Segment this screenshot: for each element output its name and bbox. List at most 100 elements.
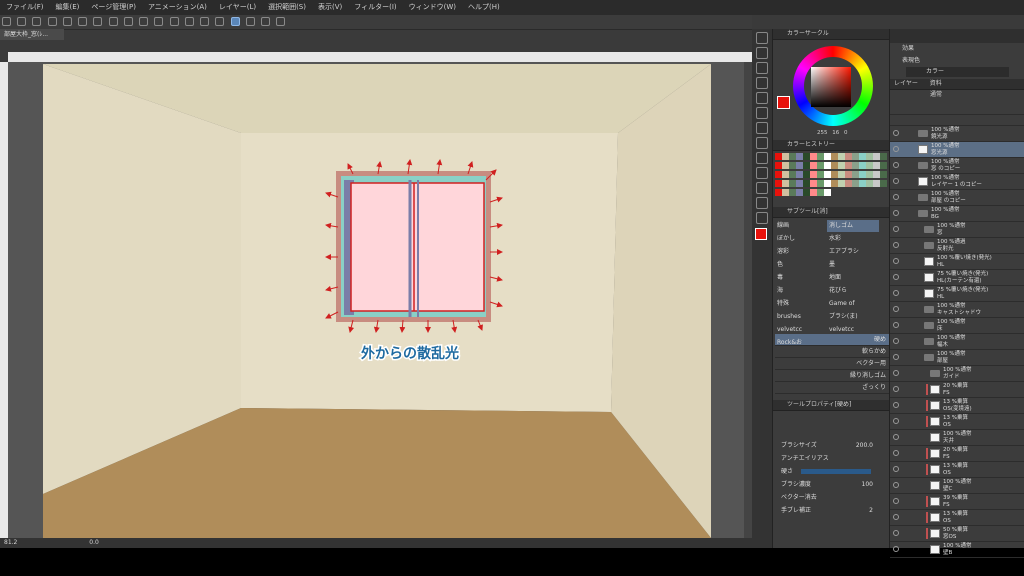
subtool-group-item[interactable]: brushes <box>775 311 827 323</box>
layer-row[interactable]: 100 %通常 鏡光源 <box>890 126 1024 142</box>
history-swatch[interactable] <box>880 171 887 178</box>
operation-tool-icon[interactable] <box>756 62 768 74</box>
layer-row[interactable]: 100 %通常 壁C <box>890 478 1024 494</box>
eye-icon[interactable] <box>893 178 899 184</box>
history-swatch[interactable] <box>775 171 782 178</box>
color-history-grid[interactable] <box>773 151 889 207</box>
canvas-artwork[interactable]: 外からの散乱光 <box>8 62 744 538</box>
eye-icon[interactable] <box>893 402 899 408</box>
layer-row[interactable]: 100 %覆い焼き(発光) HL <box>890 254 1024 270</box>
zoom-value[interactable]: 81.2 <box>4 539 17 546</box>
layer-row[interactable]: 20 %乗算 FS <box>890 446 1024 462</box>
history-swatch[interactable] <box>789 180 796 187</box>
undo-icon[interactable] <box>78 17 88 26</box>
history-swatch[interactable] <box>796 153 803 160</box>
move-tool-icon[interactable] <box>756 77 768 89</box>
menu-item-8[interactable]: ウィンドウ(W) <box>403 0 462 15</box>
eye-icon[interactable] <box>893 162 899 168</box>
tab-material[interactable]: 資料 <box>930 80 942 87</box>
menu-item-0[interactable]: ファイル(F) <box>0 0 50 15</box>
transform-icon[interactable] <box>123 17 133 26</box>
history-swatch[interactable] <box>838 153 845 160</box>
clear-icon[interactable] <box>108 17 118 26</box>
history-swatch[interactable] <box>782 171 789 178</box>
zoom-tool-icon[interactable] <box>756 47 768 59</box>
history-swatch[interactable] <box>817 180 824 187</box>
subtool-group-item[interactable]: ブラシ(ま) <box>827 311 879 323</box>
history-swatch[interactable] <box>880 153 887 160</box>
companion-icon[interactable] <box>276 17 286 26</box>
subtool-group-item[interactable]: 水彩 <box>827 233 879 245</box>
history-swatch[interactable] <box>789 189 796 196</box>
history-swatch[interactable] <box>782 153 789 160</box>
eraser-tool-icon[interactable] <box>756 167 768 179</box>
layer-row[interactable]: 100 %通常 キャストシャドウ <box>890 302 1024 318</box>
subtool-group-item[interactable]: 色 <box>775 259 827 271</box>
vector-erase-row[interactable]: ベクター消去 <box>773 491 889 504</box>
eye-icon[interactable] <box>893 530 899 536</box>
history-swatch[interactable] <box>775 153 782 160</box>
history-swatch[interactable] <box>817 189 824 196</box>
perspective-snap-icon[interactable] <box>230 17 240 26</box>
history-swatch[interactable] <box>845 153 852 160</box>
eye-icon[interactable] <box>893 482 899 488</box>
brush-preset[interactable]: ざっくり <box>775 382 889 394</box>
subtool-group-item[interactable]: エアブラシ <box>827 246 879 258</box>
menu-item-3[interactable]: アニメーション(A) <box>142 0 213 15</box>
deselect-icon[interactable] <box>139 17 149 26</box>
layer-row[interactable]: 100 %通常 部屋 <box>890 350 1024 366</box>
subtool-group-item[interactable]: 溶彩 <box>775 246 827 258</box>
print-icon[interactable] <box>47 17 57 26</box>
eye-icon[interactable] <box>893 418 899 424</box>
angle-value[interactable]: 0.0 <box>89 539 99 546</box>
subtool-group-item[interactable]: 消しゴム <box>827 220 879 232</box>
subtool-group-item[interactable]: 特殊 <box>775 298 827 310</box>
export-icon[interactable] <box>62 17 72 26</box>
eye-icon[interactable] <box>893 146 899 152</box>
menu-item-6[interactable]: 表示(V) <box>312 0 348 15</box>
layer-row[interactable]: 13 %乗算 OS <box>890 414 1024 430</box>
expression-color-select[interactable]: カラー <box>906 67 1009 77</box>
history-swatch[interactable] <box>838 171 845 178</box>
layer-row[interactable]: 100 %通常 幅木 <box>890 334 1024 350</box>
history-swatch[interactable] <box>859 162 866 169</box>
history-swatch[interactable] <box>796 180 803 187</box>
fill-tool-icon[interactable] <box>756 182 768 194</box>
history-swatch[interactable] <box>831 171 838 178</box>
fill-icon[interactable] <box>169 17 179 26</box>
history-swatch[interactable] <box>810 162 817 169</box>
gradient-tool-icon[interactable] <box>756 197 768 209</box>
eye-icon[interactable] <box>893 386 899 392</box>
hand-tool-icon[interactable] <box>756 32 768 44</box>
history-swatch[interactable] <box>803 162 810 169</box>
subtool-group-item[interactable]: velvetcc <box>775 324 827 336</box>
history-swatch[interactable] <box>866 162 873 169</box>
canvas-area[interactable]: 外からの散乱光 <box>8 62 744 538</box>
subtool-group-item[interactable]: 海 <box>775 285 827 297</box>
tab-layer[interactable]: レイヤー <box>894 80 918 87</box>
history-swatch[interactable] <box>866 171 873 178</box>
eye-icon[interactable] <box>893 130 899 136</box>
open-file-icon[interactable] <box>17 17 27 26</box>
subtool-group-item[interactable]: Rock&お <box>775 337 827 349</box>
history-swatch[interactable] <box>796 171 803 178</box>
redo-icon[interactable] <box>93 17 103 26</box>
blend-mode-select[interactable]: 通常 <box>890 90 1024 100</box>
brush-preset[interactable]: ベクター用 <box>775 358 889 370</box>
history-swatch[interactable] <box>810 189 817 196</box>
layer-row[interactable]: 100 %通常 壁B <box>890 542 1024 558</box>
history-swatch[interactable] <box>775 162 782 169</box>
history-swatch[interactable] <box>859 171 866 178</box>
history-swatch[interactable] <box>852 153 859 160</box>
history-swatch[interactable] <box>796 162 803 169</box>
menu-item-5[interactable]: 選択範囲(S) <box>262 0 312 15</box>
eye-icon[interactable] <box>893 370 899 376</box>
history-swatch[interactable] <box>880 180 887 187</box>
document-tab[interactable]: 部屋大枠_窓(ﾚ... <box>0 29 64 40</box>
layer-row[interactable]: 75 %覆い焼き(発光) HL(カーテン有還) <box>890 270 1024 286</box>
history-swatch[interactable] <box>866 180 873 187</box>
lasso-tool-icon[interactable] <box>756 107 768 119</box>
eye-icon[interactable] <box>893 226 899 232</box>
history-swatch[interactable] <box>859 153 866 160</box>
history-swatch[interactable] <box>817 153 824 160</box>
